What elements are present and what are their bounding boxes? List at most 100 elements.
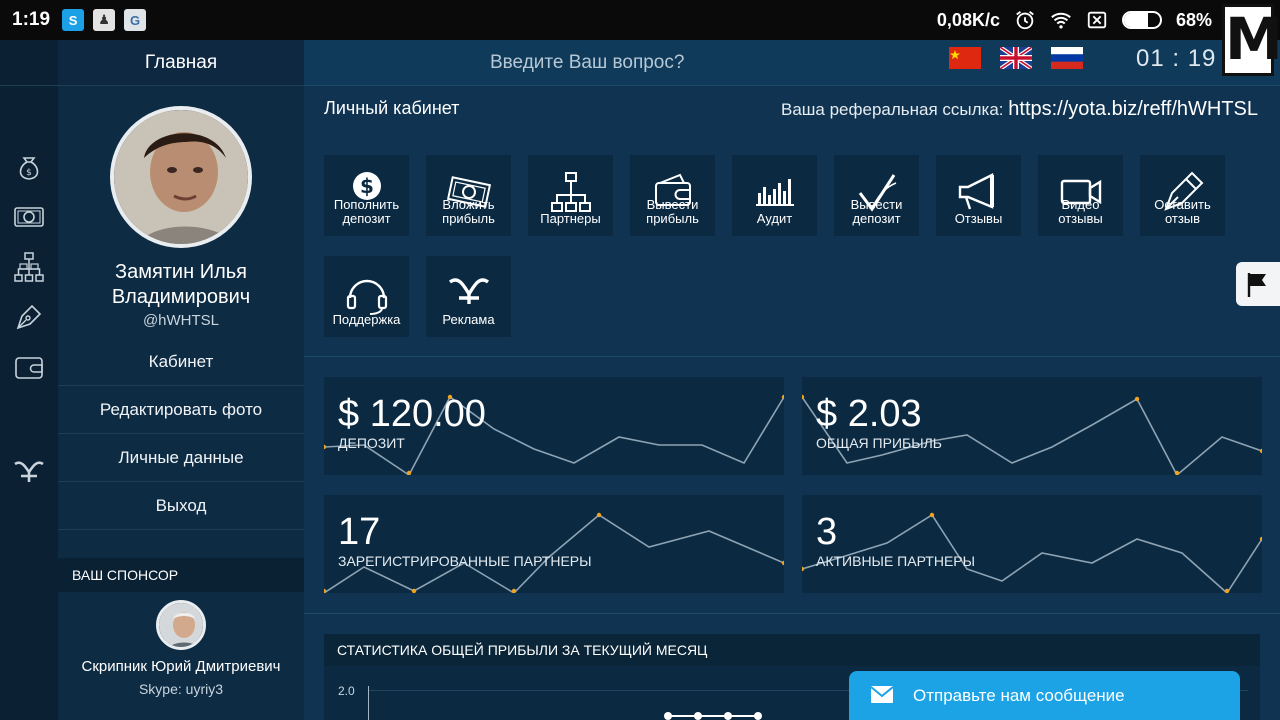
brand-logo-icon[interactable] (12, 454, 46, 488)
wallet-icon[interactable] (12, 350, 46, 384)
profile-handle: @hWHTSL (142, 312, 220, 329)
wifi-icon (1051, 12, 1071, 29)
sparkline-point (781, 394, 784, 400)
app-notification-icon: ♟ (93, 9, 116, 31)
send-message-button[interactable]: Отправьте нам сообщение (849, 671, 1240, 720)
top-bar: Введите Ваш вопрос? 01 : 19 (304, 40, 1280, 86)
megaphone-icon (958, 173, 994, 210)
tile-audit[interactable]: Аудит (732, 155, 817, 236)
rail-header (0, 40, 58, 86)
tile-support[interactable]: Поддержка (324, 256, 409, 337)
sparkline-point (411, 588, 417, 593)
sponsor-name: Скрипник Юрий Дмитриевич (81, 658, 281, 675)
sidebar-title[interactable]: Главная (58, 40, 304, 86)
envelope-icon (871, 686, 893, 703)
tile-label: Партнеры (540, 211, 601, 226)
browser-notification-icon: G (124, 9, 147, 31)
flag-uk-icon[interactable] (1000, 47, 1032, 69)
tile-advertising[interactable]: Реклама (426, 256, 511, 337)
send-message-label: Отправьте нам сообщение (913, 685, 1125, 705)
menu-item-personal-data[interactable]: Личные данные (58, 434, 304, 482)
profile-menu: Кабинет Редактировать фото Личные данные… (58, 338, 304, 530)
stat-label: АКТИВНЫЕ ПАРТНЕРЫ (816, 553, 976, 569)
tile-partners[interactable]: Партнеры (528, 155, 613, 236)
referral-link[interactable]: https://yota.biz/reff/hWHTSL (1008, 98, 1258, 120)
stat-active-partners: 3 АКТИВНЫЕ ПАРТНЕРЫ (802, 495, 1262, 593)
headset-icon (346, 279, 388, 315)
tile-label: Отзывы (954, 211, 1003, 226)
battery-percent: 68% (1175, 9, 1212, 30)
tile-withdraw-deposit[interactable]: Вывести депозит (834, 155, 919, 236)
chart-y-axis (368, 686, 369, 720)
stat-value: 3 (816, 511, 838, 553)
profit-chart-title: СТАТИСТИКА ОБЩЕЙ ПРИБЫЛИ ЗА ТЕКУЩИЙ МЕСЯ… (324, 634, 1260, 666)
sparkline-point (1174, 470, 1180, 475)
sponsor-avatar (156, 600, 206, 650)
hierarchy-icon (551, 172, 591, 212)
clock: 01 : 19 (1136, 45, 1217, 72)
profile-sidebar: Главная Замятин Илья Владимирович @hWHTS… (58, 40, 304, 720)
sparkline-point (802, 566, 805, 572)
logo-icon (448, 278, 490, 304)
tile-label: Видео отзывы (1058, 197, 1103, 226)
channel-watermark: M (1222, 4, 1280, 76)
tile-video-reviews[interactable]: Видео отзывы (1038, 155, 1123, 236)
menu-item-edit-photo[interactable]: Редактировать фото (58, 386, 304, 434)
flag-russia-icon[interactable] (1051, 47, 1083, 69)
money-bag-icon[interactable]: $ (12, 150, 46, 184)
svg-text:$: $ (360, 174, 374, 198)
tile-deposit[interactable]: $ Пополнить депозит (324, 155, 409, 236)
stat-value: 17 (338, 511, 381, 553)
question-search-input[interactable]: Введите Ваш вопрос? (490, 52, 684, 74)
stat-sparkline (802, 512, 1262, 593)
tile-leave-review[interactable]: Оставить отзыв (1140, 155, 1225, 236)
tile-reviews[interactable]: Отзывы (936, 155, 1021, 236)
main-content: Введите Ваш вопрос? 01 : 19 Личный кабин… (304, 40, 1280, 720)
sparkline-point (929, 512, 935, 518)
profile-avatar[interactable] (110, 106, 252, 248)
stat-value: $ 120.00 (338, 393, 486, 435)
menu-item-cabinet[interactable]: Кабинет (58, 338, 304, 386)
flag-icon (1247, 273, 1266, 297)
sponsor-skype: Skype: uyriy3 (138, 681, 224, 697)
status-time: 1:19 (12, 9, 51, 30)
battery-icon (1121, 11, 1162, 29)
sparkline-point (1224, 588, 1230, 593)
feedback-flag-button[interactable] (1236, 262, 1280, 306)
tile-withdraw-profit[interactable]: Вывести прибыль (630, 155, 715, 236)
no-sim-icon (1087, 11, 1107, 29)
stat-registered-partners: 17 ЗАРЕГИСТРИРОВАННЫЕ ПАРТНЕРЫ (324, 495, 784, 593)
tile-label: Реклама (442, 312, 495, 327)
pen-nib-icon[interactable] (12, 300, 46, 334)
tile-reinvest[interactable]: Вложить прибыль (426, 155, 511, 236)
tile-label: Вложить прибыль (442, 197, 495, 226)
sparkline-point (596, 512, 602, 518)
stat-sparkline (324, 512, 784, 593)
sparkline-point (406, 470, 412, 475)
chart-points (664, 712, 762, 720)
section-divider (304, 613, 1280, 614)
hierarchy-icon[interactable] (12, 250, 46, 284)
flag-china-icon[interactable] (949, 47, 981, 69)
chart-y-tick: 2.0 (338, 684, 355, 698)
stat-label: ОБЩАЯ ПРИБЫЛЬ (816, 435, 942, 451)
cash-icon[interactable] (12, 200, 46, 234)
stat-total-profit: $ 2.03 ОБЩАЯ ПРИБЫЛЬ (802, 377, 1262, 475)
tile-label: Аудит (756, 211, 793, 226)
stat-label: ЗАРЕГИСТРИРОВАННЫЕ ПАРТНЕРЫ (338, 553, 592, 569)
network-speed: 0,08K/c (936, 9, 1000, 30)
status-bar: 1:19 S ♟ G 0,08K/c 68% (0, 0, 1280, 40)
icon-rail: $ (0, 40, 58, 720)
stat-label: ДЕПОЗИТ (338, 435, 405, 451)
cabinet-title: Личный кабинет (324, 98, 460, 118)
sparkline-point (511, 588, 517, 593)
tile-label: Вывести депозит (850, 197, 903, 226)
menu-item-logout[interactable]: Выход (58, 482, 304, 530)
section-divider (304, 356, 1280, 357)
svg-text:$: $ (26, 168, 32, 178)
bar-chart-icon (756, 179, 794, 206)
profile-name: Замятин Илья Владимирович (111, 261, 251, 308)
tile-label: Оставить отзыв (1154, 197, 1211, 226)
stat-value: $ 2.03 (816, 393, 922, 435)
tile-label: Поддержка (332, 312, 401, 327)
